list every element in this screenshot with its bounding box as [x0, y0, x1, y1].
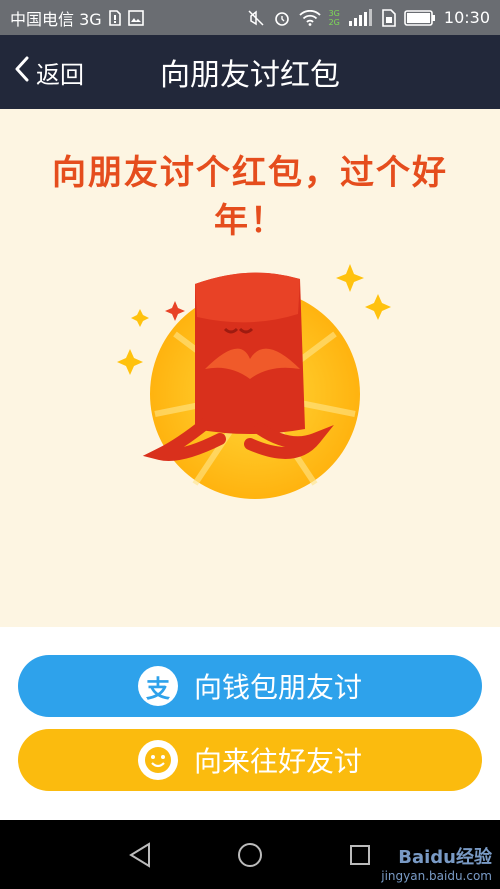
- laiwang-smiley-icon: [137, 740, 178, 780]
- ask-laiwang-friends-button[interactable]: 向来往好友讨: [18, 729, 482, 791]
- red-envelope-illustration: [117, 264, 391, 499]
- content-area: 向朋友讨个红包，过个好年！: [0, 109, 500, 627]
- baidu-watermark: Baidu经验 jingyan.baidu.com: [381, 843, 492, 883]
- system-navigation-bar: Baidu经验 jingyan.baidu.com: [0, 820, 500, 889]
- sim-card-icon: [382, 8, 396, 27]
- signal-icon: [348, 8, 374, 27]
- clock-time: 10:30: [443, 8, 490, 27]
- chevron-left-icon: [14, 56, 30, 88]
- back-button[interactable]: 返回: [0, 55, 84, 90]
- ask-laiwang-friends-label: 向来往好友讨: [193, 745, 362, 778]
- home-circle-icon[interactable]: [230, 835, 270, 875]
- status-bar: 中国电信 3G 3G 2G 10:30: [0, 0, 500, 35]
- actions-panel: 支 向钱包朋友讨 向来往好友讨: [0, 627, 500, 820]
- network-badge-top: 3G: [328, 8, 340, 18]
- watermark-url: jingyan.baidu.com: [381, 869, 492, 883]
- recent-square-icon[interactable]: [340, 835, 380, 875]
- alipay-glyph: 支: [145, 674, 170, 703]
- network-type-icon: 3G 2G: [329, 9, 340, 27]
- ask-alipay-friends-label: 向钱包朋友讨: [193, 671, 362, 704]
- battery-icon: [404, 9, 436, 26]
- wifi-icon: [298, 9, 321, 26]
- alipay-icon: 支: [137, 666, 178, 706]
- mute-icon: [247, 9, 265, 27]
- headline: 向朋友讨个红包，过个好年！: [52, 153, 448, 241]
- image-notification-icon: [127, 9, 144, 26]
- watermark-brand: Baidu经验: [398, 847, 492, 868]
- carrier-label: 中国电信 3G: [10, 9, 102, 29]
- alarm-icon: [273, 9, 291, 27]
- ask-alipay-friends-button[interactable]: 支 向钱包朋友讨: [18, 655, 482, 717]
- back-label: 返回: [36, 60, 84, 89]
- envelope-flap: [195, 272, 300, 323]
- network-badge-bottom: 2G: [328, 17, 340, 27]
- nav-bar: 返回 向朋友讨红包: [0, 35, 500, 109]
- back-triangle-icon[interactable]: [120, 835, 160, 875]
- sim-warning-icon: [108, 9, 122, 26]
